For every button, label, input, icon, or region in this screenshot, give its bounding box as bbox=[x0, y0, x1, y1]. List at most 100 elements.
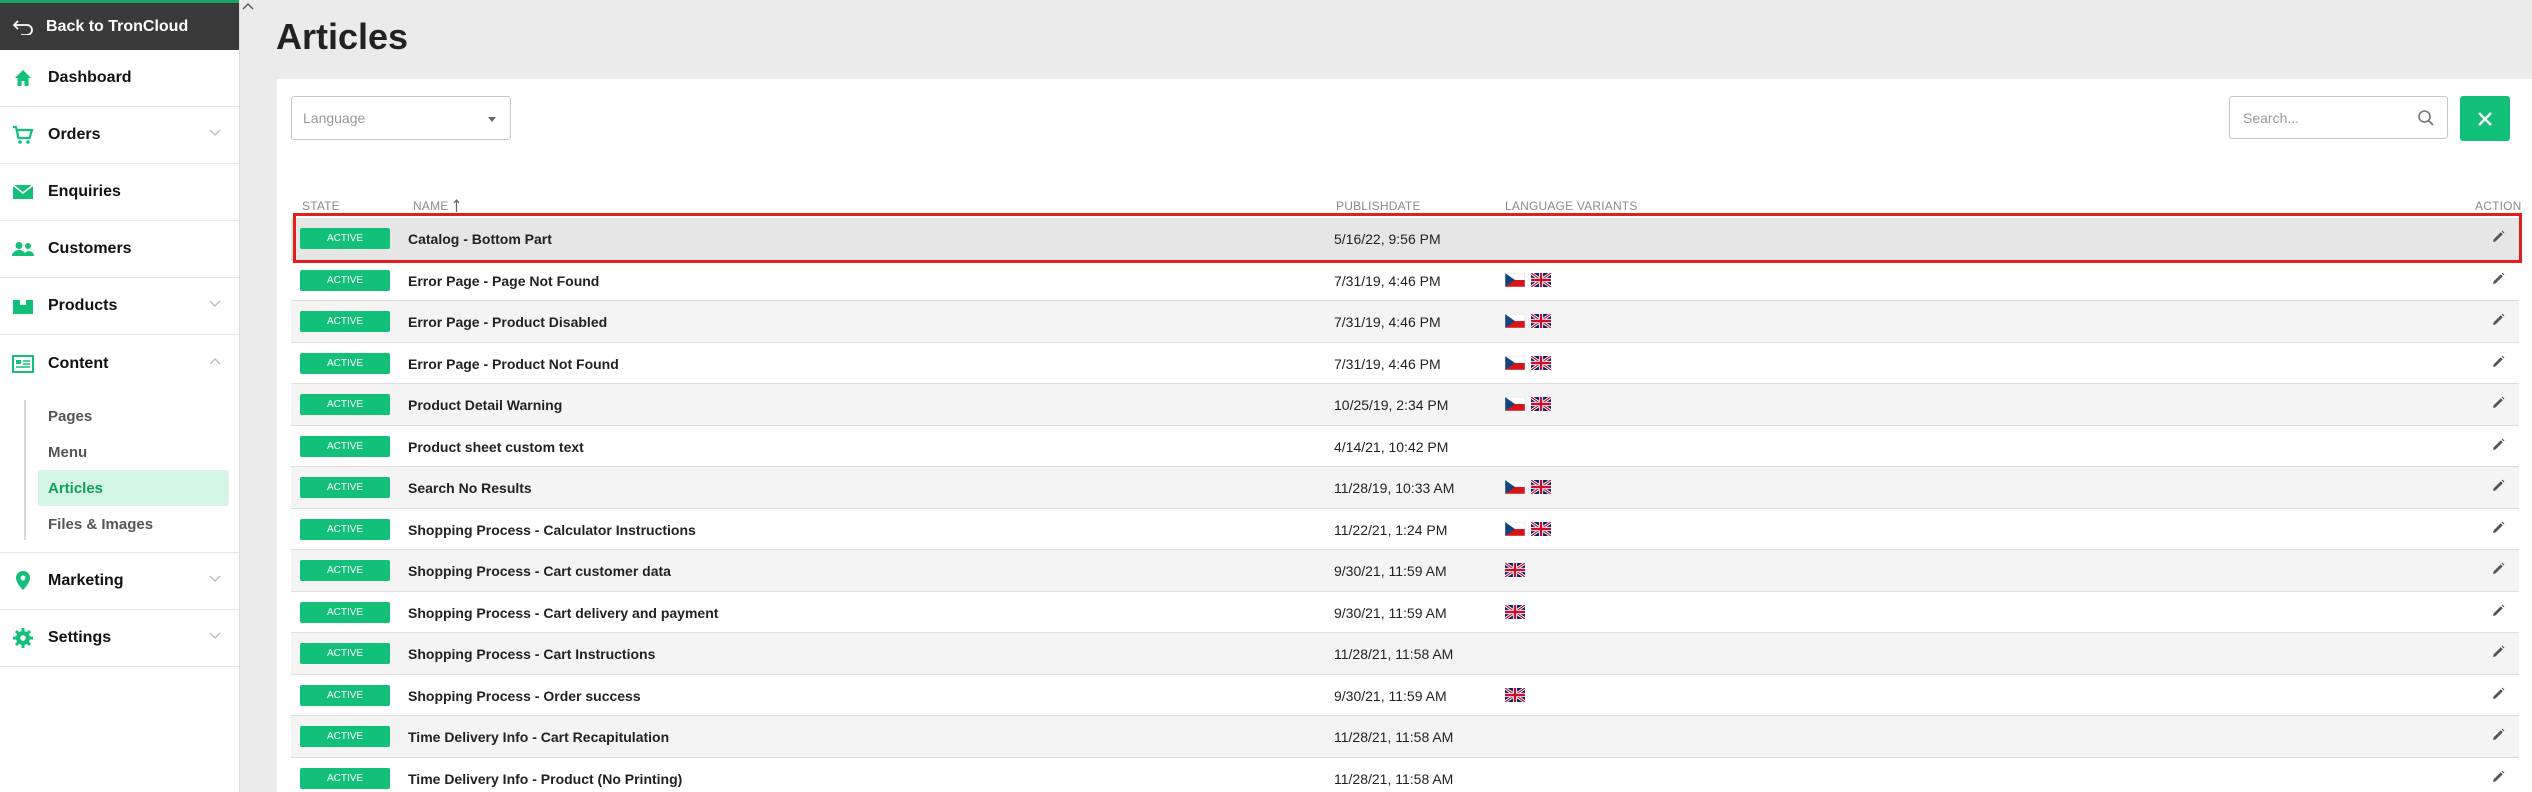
sidebar-subitem-pages[interactable]: Pages bbox=[38, 398, 229, 434]
edit-pencil-icon[interactable] bbox=[2491, 521, 2505, 535]
status-badge: ACTIVE bbox=[300, 352, 390, 374]
users-icon bbox=[12, 238, 34, 260]
article-name[interactable]: Search No Results bbox=[408, 480, 532, 496]
article-name[interactable]: Time Delivery Info - Product (No Printin… bbox=[408, 771, 682, 787]
clear-filters-button[interactable] bbox=[2460, 96, 2510, 141]
publish-date: 5/16/22, 9:56 PM bbox=[1334, 231, 1441, 247]
status-badge: ACTIVE bbox=[300, 726, 390, 747]
sidebar-subitem-menu[interactable]: Menu bbox=[38, 434, 229, 470]
search-icon[interactable] bbox=[2417, 109, 2435, 127]
flag-cz-icon bbox=[1505, 272, 1525, 287]
table-row[interactable]: ACTIVE Shopping Process - Order success 9/… bbox=[291, 675, 2519, 716]
article-name[interactable]: Product sheet custom text bbox=[408, 439, 584, 455]
status-badge: ACTIVE bbox=[300, 518, 390, 540]
edit-pencil-icon[interactable] bbox=[2491, 562, 2505, 576]
sidebar-item-settings[interactable]: Settings bbox=[0, 610, 239, 667]
sidebar-item-orders[interactable]: Orders bbox=[0, 107, 239, 164]
table-row[interactable]: ACTIVE Product Detail Warning 10/25/19, 2:… bbox=[291, 384, 2519, 426]
caret-down-icon bbox=[488, 117, 496, 122]
sidebar-item-label: Orders bbox=[48, 126, 101, 143]
header-publishdate[interactable]: PUBLISHDATE bbox=[1336, 199, 1421, 213]
language-variants bbox=[1505, 314, 1551, 328]
status-badge: ACTIVE bbox=[300, 394, 390, 415]
flag-gb-icon bbox=[1505, 604, 1525, 619]
publish-date: 9/30/21, 11:59 AM bbox=[1334, 563, 1447, 579]
header-language-variants: LANGUAGE VARIANTS bbox=[1505, 199, 1638, 213]
article-name[interactable]: Catalog - Bottom Part bbox=[408, 231, 552, 247]
chevron-down-icon bbox=[209, 632, 221, 639]
sidebar-subitem-articles[interactable]: Articles bbox=[38, 470, 229, 506]
mail-icon bbox=[12, 181, 34, 203]
article-name[interactable]: Shopping Process - Calculator Instructio… bbox=[408, 522, 696, 538]
publish-date: 11/28/21, 11:58 AM bbox=[1334, 770, 1454, 787]
content-icon bbox=[12, 353, 34, 375]
page-title: Articles bbox=[276, 16, 409, 57]
article-name[interactable]: Time Delivery Info - Cart Recapitulation bbox=[408, 729, 669, 745]
header-state[interactable]: STATE bbox=[302, 199, 340, 213]
chevron-down-icon bbox=[209, 575, 221, 582]
publish-date: 11/28/21, 11:58 AM bbox=[1334, 646, 1454, 662]
scroll-up-icon[interactable] bbox=[242, 2, 254, 10]
article-name[interactable]: Error Page - Product Disabled bbox=[408, 314, 607, 330]
edit-pencil-icon[interactable] bbox=[2491, 728, 2505, 742]
flag-gb-icon bbox=[1531, 272, 1551, 287]
sidebar-item-customers[interactable]: Customers bbox=[0, 221, 239, 278]
sidebar-item-dashboard[interactable]: Dashboard bbox=[0, 50, 239, 107]
edit-pencil-icon[interactable] bbox=[2491, 355, 2505, 369]
language-variants bbox=[1505, 687, 1525, 702]
article-name[interactable]: Error Page - Page Not Found bbox=[408, 273, 599, 289]
edit-pencil-icon[interactable] bbox=[2491, 396, 2505, 410]
publish-date: 7/31/19, 4:46 PM bbox=[1334, 314, 1441, 330]
article-name[interactable]: Shopping Process - Cart Instructions bbox=[408, 646, 655, 662]
sidebar-item-label: Marketing bbox=[48, 572, 124, 589]
publish-date: 4/14/21, 10:42 PM bbox=[1334, 438, 1449, 455]
table-row[interactable]: ACTIVE Error Page - Product Not Found 7/31… bbox=[291, 343, 2519, 384]
edit-pencil-icon[interactable] bbox=[2491, 479, 2505, 493]
edit-pencil-icon[interactable] bbox=[2491, 230, 2505, 244]
chevron-down-icon bbox=[209, 129, 221, 136]
language-variants bbox=[1505, 272, 1551, 287]
sidebar-item-enquiries[interactable]: Enquiries bbox=[0, 164, 239, 221]
edit-pencil-icon[interactable] bbox=[2491, 313, 2505, 327]
table-row[interactable]: ACTIVE Product sheet custom text 4/14/21, … bbox=[291, 426, 2519, 467]
edit-pencil-icon[interactable] bbox=[2491, 604, 2505, 618]
table-row[interactable]: ACTIVE Search No Results 11/28/19, 10:33 A… bbox=[291, 467, 2519, 509]
table-row[interactable]: ACTIVE Shopping Process - Cart delivery a… bbox=[291, 592, 2519, 633]
search-input[interactable]: Search... bbox=[2229, 96, 2448, 139]
article-name[interactable]: Error Page - Product Not Found bbox=[408, 356, 619, 372]
article-name[interactable]: Shopping Process - Order success bbox=[408, 688, 641, 704]
edit-pencil-icon[interactable] bbox=[2491, 438, 2505, 452]
sidebar-item-content[interactable]: Content bbox=[0, 335, 239, 392]
article-name[interactable]: Product Detail Warning bbox=[408, 397, 562, 413]
sidebar: Back to TronCloud Dashboard Orders Enqui… bbox=[0, 0, 240, 792]
edit-pencil-icon[interactable] bbox=[2491, 272, 2505, 286]
publish-date: 9/30/21, 11:59 AM bbox=[1334, 604, 1447, 621]
table-row[interactable]: ACTIVE Error Page - Product Disabled 7/31/… bbox=[291, 301, 2519, 343]
table-row[interactable]: ACTIVE Catalog - Bottom Part 5/16/22, 9:56… bbox=[291, 218, 2519, 260]
edit-pencil-icon[interactable] bbox=[2491, 770, 2505, 784]
flag-gb-icon bbox=[1531, 480, 1551, 494]
language-variants bbox=[1505, 397, 1551, 411]
back-to-troncloud-button[interactable]: Back to TronCloud bbox=[0, 0, 239, 50]
table-row[interactable]: ACTIVE Time Delivery Info - Product (No P… bbox=[291, 758, 2519, 792]
sidebar-item-marketing[interactable]: Marketing bbox=[0, 553, 239, 610]
table-row[interactable]: ACTIVE Time Delivery Info - Cart Recapitu… bbox=[291, 716, 2519, 758]
sidebar-item-label: Settings bbox=[48, 629, 112, 646]
language-select[interactable]: Language bbox=[291, 96, 511, 140]
table-row[interactable]: ACTIVE Error Page - Page Not Found 7/31/19… bbox=[291, 260, 2519, 301]
sidebar-subitem-files-images[interactable]: Files & Images bbox=[38, 506, 229, 542]
table-row[interactable]: ACTIVE Shopping Process - Cart customer d… bbox=[291, 550, 2519, 592]
language-variants bbox=[1505, 563, 1525, 577]
back-arrow-icon bbox=[12, 19, 33, 35]
edit-pencil-icon[interactable] bbox=[2491, 645, 2505, 659]
article-name[interactable]: Shopping Process - Cart delivery and pay… bbox=[408, 605, 718, 621]
edit-pencil-icon[interactable] bbox=[2491, 687, 2505, 701]
table-row[interactable]: ACTIVE Shopping Process - Calculator Inst… bbox=[291, 509, 2519, 550]
publish-date: 7/31/19, 4:46 PM bbox=[1334, 355, 1441, 372]
table-row[interactable]: ACTIVE Shopping Process - Cart Instructio… bbox=[291, 633, 2519, 675]
flag-cz-icon bbox=[1505, 397, 1525, 411]
sidebar-item-label: Customers bbox=[48, 240, 132, 257]
header-name[interactable]: NAME bbox=[413, 199, 460, 213]
article-name[interactable]: Shopping Process - Cart customer data bbox=[408, 563, 671, 579]
sidebar-item-products[interactable]: Products bbox=[0, 278, 239, 335]
